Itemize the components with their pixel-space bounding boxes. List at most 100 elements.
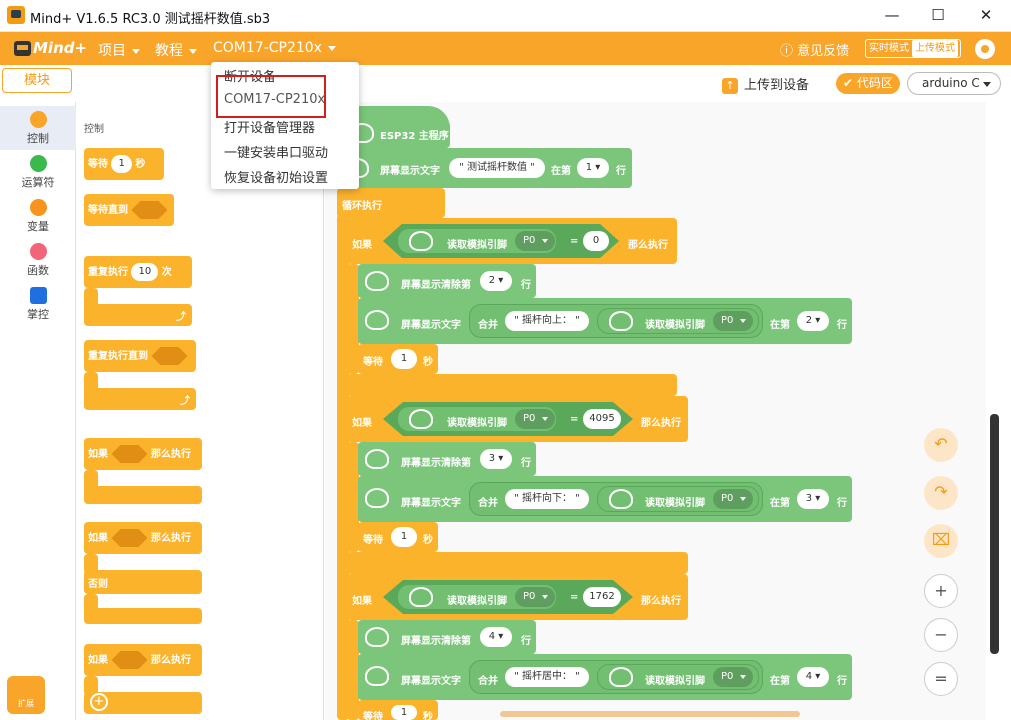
block-input[interactable]: 10 (131, 263, 159, 281)
line-value: 3 (805, 493, 813, 504)
joystick-icon (409, 587, 433, 607)
zoom-reset-button[interactable]: = (924, 662, 958, 696)
zoom-in-button[interactable]: + (924, 574, 958, 608)
line-value: 2 (805, 315, 813, 326)
wait-input[interactable]: 1 (391, 705, 417, 720)
category-label: 运算符 (21, 176, 55, 189)
menu-item-restore-device[interactable]: 恢复设备初始设置 (224, 167, 328, 186)
block-text: 等待 (88, 159, 108, 170)
pin-dropdown[interactable]: P0 (515, 409, 555, 429)
joystick-icon (409, 409, 433, 429)
zoom-out-button[interactable]: − (924, 618, 958, 652)
highlight-box (216, 75, 326, 118)
read-analog-label: 读取模拟引脚 (447, 418, 507, 429)
toolbar: 模块 ↑ 上传到设备 ✔ 代码区 arduino C (0, 65, 1011, 102)
line-dropdown[interactable]: 3 ▾ (797, 489, 829, 509)
redo-button[interactable]: ↷ (924, 476, 958, 510)
wait-input[interactable]: 1 (391, 349, 417, 369)
block-text: 屏幕显示文字 (401, 676, 461, 687)
compare-input[interactable]: 4095 (583, 409, 621, 429)
block-text: 否则 (88, 579, 108, 590)
block-slot (111, 529, 148, 547)
pin-dropdown[interactable]: P0 (515, 587, 555, 607)
block-wait-until[interactable]: 等待直到 (84, 194, 174, 226)
read-analog-label: 读取模拟引脚 (645, 498, 705, 509)
line-dropdown[interactable]: 2 ▾ (797, 311, 829, 331)
code-area-button[interactable]: ✔ 代码区 (836, 73, 900, 94)
script-workspace[interactable]: ESP32 主程序 屏幕显示文字 " 测试摇杆数值 " 在第 1 ▾ 行 循环执… (325, 102, 986, 720)
wait-input[interactable]: 1 (391, 527, 417, 547)
block-text: 行 (521, 280, 531, 291)
line-dropdown[interactable]: 4 ▾ (480, 627, 512, 647)
compare-input[interactable]: 0 (583, 231, 609, 251)
mode-upload[interactable]: 上传模式 (912, 40, 958, 57)
mode-switch[interactable]: 实时模式 上传模式 (865, 39, 961, 58)
menu-item-install-driver[interactable]: 一键安装串口驱动 (224, 142, 328, 161)
close-button[interactable]: ✕ (963, 0, 1009, 32)
text-input[interactable]: " 测试摇杆数值 " (449, 158, 545, 178)
feedback-label: 意见反馈 (797, 44, 850, 59)
line-dropdown[interactable]: 4 ▾ (797, 667, 829, 687)
board-select[interactable]: arduino C (907, 72, 1001, 95)
category-functions[interactable]: 函数 (0, 238, 76, 282)
joystick-icon (609, 311, 633, 331)
text-input[interactable]: " 摇杆向下： " (505, 489, 589, 509)
pin-dropdown[interactable]: P0 (713, 311, 753, 331)
menu-port[interactable]: COM17-CP210x (213, 40, 336, 56)
line-dropdown[interactable]: 2 ▾ (480, 271, 512, 291)
block-text: 行 (521, 636, 531, 647)
block-repeat-end: ⤴ (84, 304, 192, 326)
maximize-button[interactable]: ☐ (915, 0, 961, 32)
line-dropdown[interactable]: 3 ▾ (480, 449, 512, 469)
category-control[interactable]: 控制 (0, 106, 76, 150)
block-if-else[interactable]: 如果 那么执行 (84, 522, 202, 554)
block-palette: 控制 等待 1 秒 等待直到 重复执行 10 次 ⤴ 重复执行直到 ⤴ 如果 那… (76, 102, 324, 720)
read-analog-label: 读取模拟引脚 (645, 320, 705, 331)
category-mpython[interactable]: 掌控 (0, 282, 76, 326)
text-input-value: 摇杆向下： (522, 493, 572, 504)
menu-item-device-manager[interactable]: 打开设备管理器 (224, 117, 315, 136)
feedback-link[interactable]: ⓘ 意见反馈 (780, 40, 849, 59)
menu-project-label: 项目 (98, 43, 126, 59)
category-operators[interactable]: 运算符 (0, 150, 76, 194)
tab-modules[interactable]: 模块 (2, 68, 72, 93)
block-repeat[interactable]: 重复执行 10 次 (84, 256, 192, 288)
mode-realtime[interactable]: 实时模式 (866, 40, 912, 57)
plus-icon[interactable]: + (90, 693, 108, 711)
logo-text: Mind+ (33, 39, 88, 57)
line-dropdown[interactable]: 1 ▾ (577, 158, 609, 178)
text-input[interactable]: " 摇杆向上： " (505, 311, 589, 331)
minimize-button[interactable]: — (869, 0, 915, 32)
horizontal-scrollbar[interactable] (500, 711, 800, 717)
if-end (347, 374, 677, 396)
block-else: 否则 (84, 570, 202, 594)
gear-icon[interactable] (975, 39, 995, 59)
upload-button[interactable]: ↑ 上传到设备 (722, 74, 809, 94)
pin-dropdown[interactable]: P0 (713, 667, 753, 687)
text-input[interactable]: " 摇杆居中： " (505, 667, 589, 687)
joystick-icon (409, 231, 433, 251)
block-if-then[interactable]: 如果 那么执行 (84, 438, 202, 470)
menu-project[interactable]: 项目 (98, 40, 140, 60)
board-select-value: arduino C (922, 76, 980, 90)
pin-dropdown[interactable]: P0 (713, 489, 753, 509)
block-text: 屏幕显示文字 (380, 166, 440, 177)
block-if-then-2[interactable]: 如果 那么执行 (84, 644, 202, 676)
compare-input[interactable]: 1762 (583, 587, 621, 607)
category-variables[interactable]: 变量 (0, 194, 76, 238)
extension-button[interactable]: 扩展 (7, 676, 45, 714)
clean-up-button[interactable]: ⌧ (924, 524, 958, 558)
block-text: 那么执行 (150, 449, 191, 460)
block-repeat-until[interactable]: 重复执行直到 (84, 340, 196, 372)
block-wait[interactable]: 等待 1 秒 (84, 148, 164, 180)
if-label: 如果 (352, 596, 372, 607)
vertical-scrollbar[interactable] (990, 414, 999, 654)
block-input[interactable]: 1 (111, 155, 132, 173)
menu-tutorial[interactable]: 教程 (155, 40, 197, 60)
category-dot (29, 243, 47, 260)
block-text: 屏幕显示文字 (401, 320, 461, 331)
pin-dropdown[interactable]: P0 (515, 231, 555, 251)
block-text: 屏幕显示清除第 (401, 280, 471, 291)
undo-button[interactable]: ↶ (924, 428, 958, 462)
block-slot (151, 347, 188, 365)
